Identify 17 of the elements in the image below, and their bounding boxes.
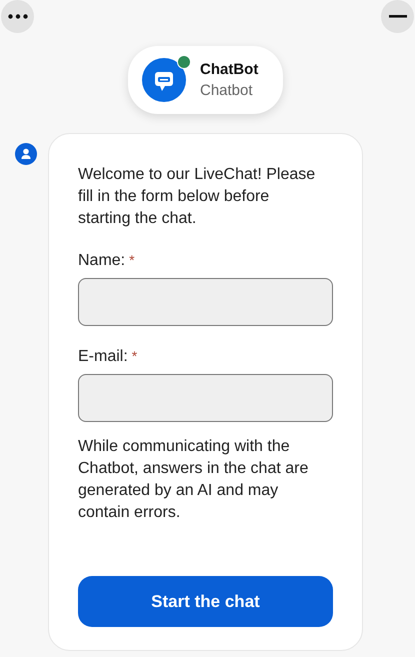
input-field[interactable] xyxy=(78,374,333,422)
field-label: Name: xyxy=(78,252,126,270)
disclaimer-text: While communicating with the Chatbot, answers in the chat are generated by an AI and may contain errors. xyxy=(78,437,310,523)
bot-name: ChatBot xyxy=(200,61,258,78)
minimize-button[interactable] xyxy=(381,0,414,33)
more-icon xyxy=(8,14,28,19)
more-button[interactable] xyxy=(1,0,34,33)
bot-subtitle: Chatbot xyxy=(200,82,254,99)
chat-bubble-icon xyxy=(142,58,186,102)
required-mark: * xyxy=(132,348,138,366)
welcome-message: Welcome to our LiveChat! Please fill in the form below before starting the chat. xyxy=(78,165,316,229)
user-icon xyxy=(15,143,37,165)
input-field[interactable] xyxy=(78,278,333,326)
start-chat-button[interactable]: Start the chat xyxy=(78,576,333,627)
minimize-icon xyxy=(388,15,406,18)
field-label: E-mail: xyxy=(78,348,128,366)
required-mark: * xyxy=(129,252,135,270)
